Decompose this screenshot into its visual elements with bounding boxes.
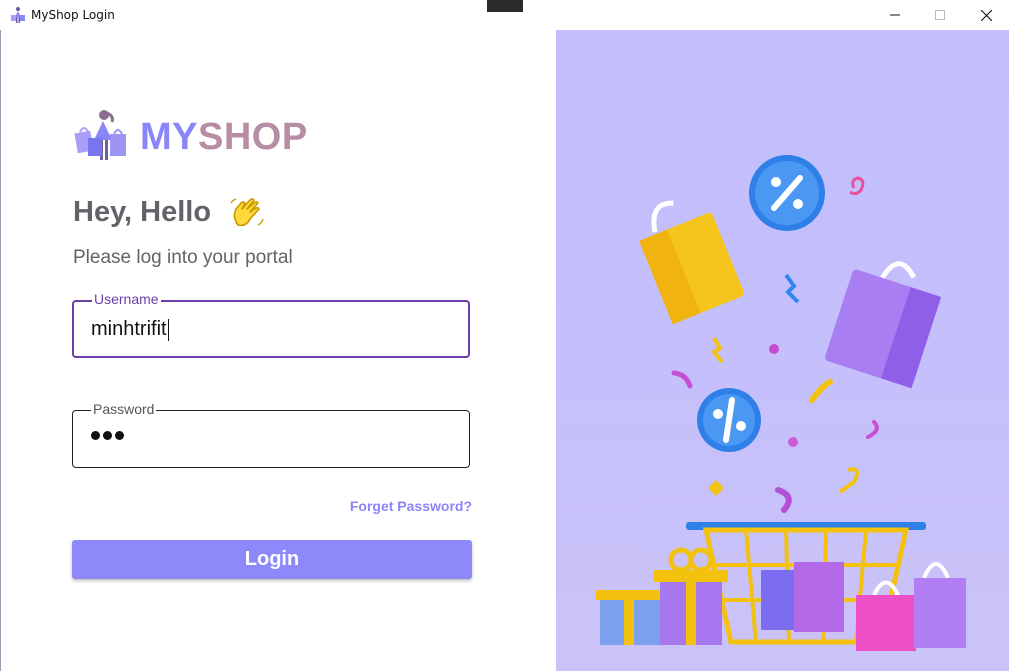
username-label: Username: [92, 291, 161, 307]
shopping-bag-icon: [825, 261, 942, 389]
password-mask-dot: [103, 431, 112, 440]
password-mask-dot: [91, 431, 100, 440]
password-field[interactable]: Password: [72, 401, 470, 468]
close-button[interactable]: [963, 0, 1009, 30]
password-label: Password: [91, 401, 157, 417]
discount-badge-icon: [697, 388, 761, 452]
title-bar: MyShop Login: [0, 0, 1009, 30]
app-icon: [11, 7, 25, 23]
maximize-button[interactable]: [917, 0, 963, 30]
brand-name-part2: SHOP: [198, 116, 308, 158]
shopping-illustration: [556, 30, 1009, 671]
username-field[interactable]: Username minhtrifit: [72, 291, 470, 358]
greeting-title: Hey, Hello: [73, 196, 212, 228]
username-input[interactable]: minhtrifit: [91, 318, 169, 341]
gift-box-icon: [596, 547, 728, 645]
shopping-girl-icon: [74, 110, 126, 160]
password-input[interactable]: [91, 431, 124, 440]
password-mask-dot: [115, 431, 124, 440]
shopping-bag-icon: [639, 200, 744, 325]
greeting-subtitle: Please log into your portal: [73, 247, 293, 268]
login-button-label: Login: [244, 548, 300, 570]
login-button[interactable]: Login: [72, 540, 472, 579]
brand-logo: MYSHOP: [72, 108, 312, 166]
brand-name: MYSHOP: [140, 116, 308, 159]
close-icon: [980, 9, 992, 21]
window-border: [0, 30, 1, 671]
forget-password-link[interactable]: Forget Password?: [350, 498, 472, 514]
window-strip: [487, 0, 523, 12]
window-title: MyShop Login: [31, 8, 115, 22]
text-caret: [167, 318, 169, 341]
minimize-icon: [890, 14, 900, 16]
shopping-basket-illustration: [596, 155, 966, 651]
username-value: minhtrifit: [91, 318, 167, 340]
discount-badge-icon: [749, 155, 825, 231]
brand-name-part1: MY: [140, 116, 198, 158]
maximize-icon: [935, 10, 945, 20]
shopping-bag-icon: [856, 562, 966, 651]
waving-hand-icon: [230, 198, 264, 227]
minimize-button[interactable]: [872, 0, 918, 30]
